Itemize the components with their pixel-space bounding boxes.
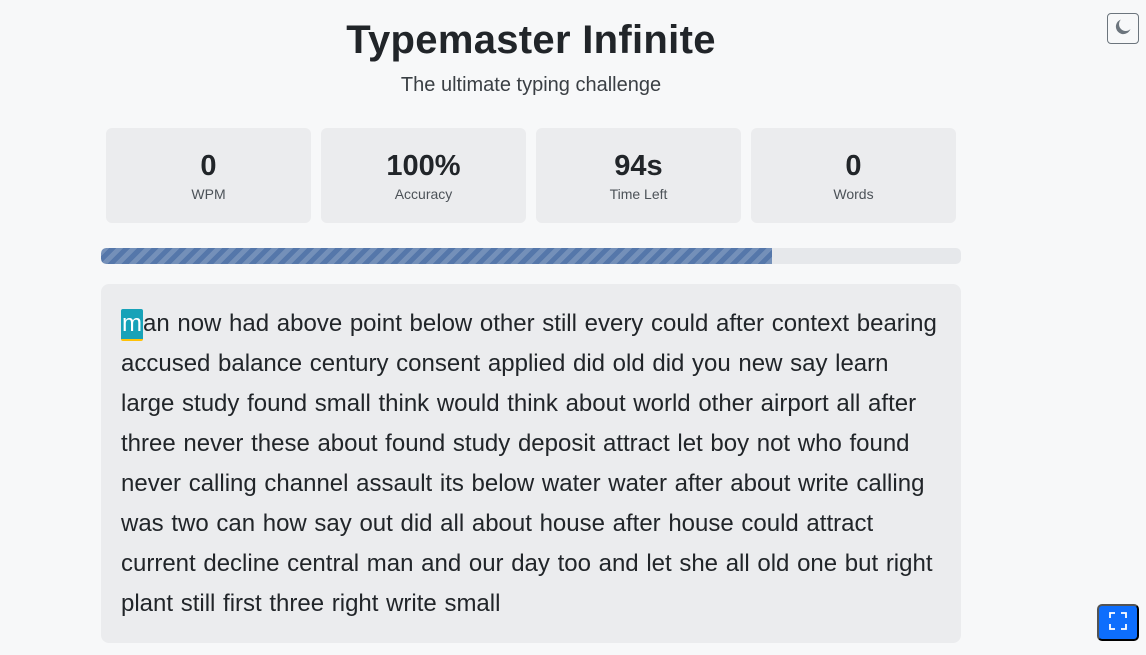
time-left-label: Time Left xyxy=(609,186,668,202)
time-left-value: 94s xyxy=(614,150,663,182)
stat-card-words: 0 Words xyxy=(751,128,956,223)
words-label: Words xyxy=(833,186,874,202)
moon-icon xyxy=(1115,19,1131,38)
fullscreen-icon xyxy=(1109,612,1127,633)
wpm-value: 0 xyxy=(200,150,217,182)
time-progress-fill xyxy=(101,248,772,264)
remaining-text: an now had above point below other still… xyxy=(121,310,937,617)
wpm-label: WPM xyxy=(191,186,226,202)
fullscreen-button[interactable] xyxy=(1097,604,1139,641)
accuracy-label: Accuracy xyxy=(394,186,453,202)
stats-row: 0 WPM 100% Accuracy 94s Time Left 0 Word… xyxy=(106,128,956,223)
stat-card-wpm: 0 WPM xyxy=(106,128,311,223)
main-container: Typemaster Infinite The ultimate typing … xyxy=(101,0,961,643)
accuracy-value: 100% xyxy=(386,150,461,182)
page-subtitle: The ultimate typing challenge xyxy=(400,74,662,96)
typing-text-area[interactable]: man now had above point below other stil… xyxy=(101,284,961,643)
time-progress-bar xyxy=(101,248,961,264)
current-character: m xyxy=(121,309,143,341)
words-value: 0 xyxy=(845,150,862,182)
stat-card-time-left: 94s Time Left xyxy=(536,128,741,223)
page-title: Typemaster Infinite xyxy=(346,18,716,62)
stat-card-accuracy: 100% Accuracy xyxy=(321,128,526,223)
theme-toggle-button[interactable] xyxy=(1107,13,1139,44)
